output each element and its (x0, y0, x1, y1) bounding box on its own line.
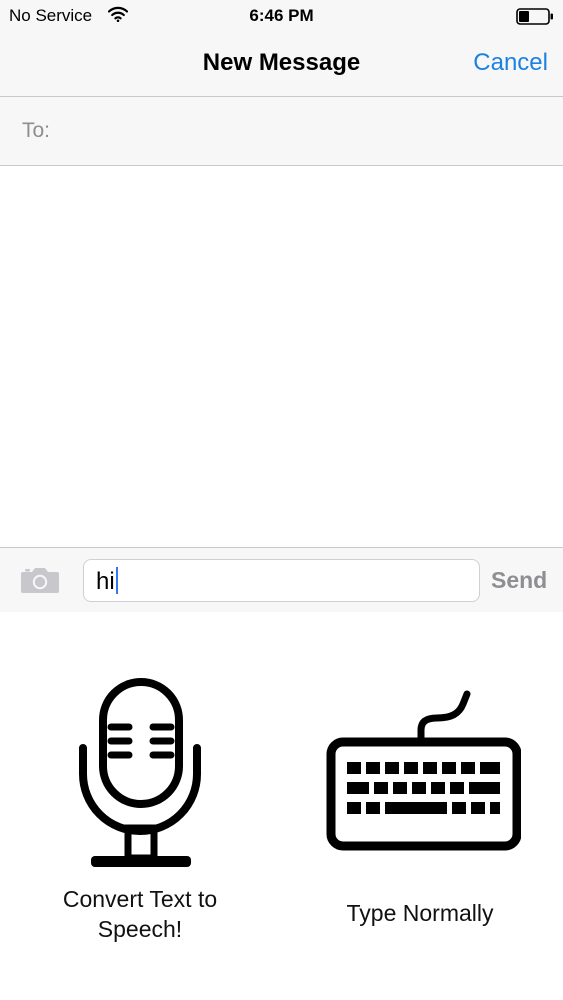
message-text: hi (96, 567, 118, 596)
microphone-icon (75, 678, 205, 879)
speech-option-button[interactable]: Convert Text to Speech! (40, 678, 240, 958)
message-input[interactable]: hi (83, 559, 480, 602)
text-caret (115, 567, 118, 595)
typing-option-button[interactable]: Type Normally (305, 690, 535, 940)
recipient-row: To: (0, 97, 563, 166)
cancel-button[interactable]: Cancel (473, 49, 548, 77)
send-button[interactable]: Send (491, 567, 547, 593)
recipient-input[interactable] (70, 109, 544, 155)
camera-icon[interactable] (20, 565, 60, 600)
to-label: To: (22, 119, 51, 142)
speech-option-label: Convert Text to Speech! (62, 886, 218, 942)
message-thread (0, 166, 563, 546)
status-time: 6:46 PM (249, 6, 314, 25)
typing-option-label: Type Normally (346, 900, 494, 926)
status-bar: No Service 6:46 PM (0, 0, 563, 32)
battery-low-icon (516, 8, 554, 30)
keyboard-icon (325, 690, 522, 857)
keyboard-chooser: Convert Text to Speech! Type Normally (0, 612, 563, 1000)
navigation-bar: New Message Cancel (0, 32, 563, 97)
composer-bar: hi Send (0, 547, 563, 612)
